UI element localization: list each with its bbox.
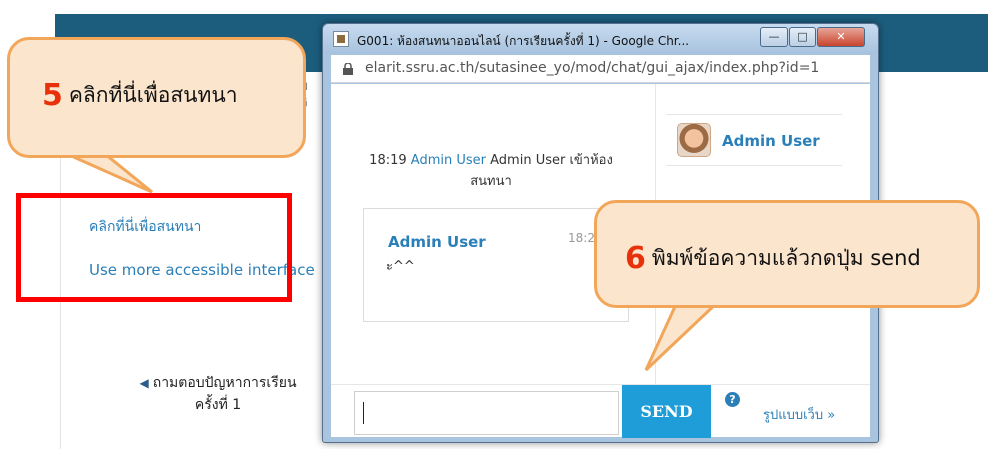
system-message: 18:19 Admin User Admin User เข้าห้องสนทน…: [361, 150, 621, 192]
url-text: elarit.ssru.ac.th/sutasinee_yo/mod/chat/…: [365, 60, 820, 76]
lock-icon: [343, 63, 353, 75]
callout-step-6: 6 พิมพ์ข้อความแล้วกดปุ่ม send: [594, 200, 980, 308]
previous-activity-line1: ถามตอบปัญหาการเรียน: [152, 375, 297, 391]
window-title: G001: ห้องสนทนาออนไลน์ (การเรียนครั้งที่…: [357, 34, 690, 48]
step-6-number: 6: [625, 241, 646, 276]
web-interface-link[interactable]: รูปแบบเว็บ »: [763, 404, 835, 425]
previous-activity-link[interactable]: ◀ ถามตอบปัญหาการเรียน ครั้งที่ 1: [118, 372, 318, 416]
help-icon[interactable]: ?: [725, 392, 740, 407]
message-input[interactable]: [354, 391, 619, 435]
avatar: [677, 123, 711, 157]
step-6-text: พิมพ์ข้อความแล้วกดปุ่ม send: [651, 246, 921, 270]
user-list-item[interactable]: Admin User: [666, 114, 842, 166]
left-triangle-icon: ◀: [139, 376, 149, 390]
close-button[interactable]: ✕: [817, 27, 865, 47]
step-5-number: 5: [42, 78, 63, 113]
message-text: ะ^^: [386, 259, 415, 274]
previous-activity-line2: ครั้งที่ 1: [194, 397, 242, 413]
message-sender[interactable]: Admin User: [388, 233, 486, 251]
callout-6-pointer: [644, 298, 724, 372]
page-favicon-icon: [333, 31, 349, 47]
window-titlebar[interactable]: G001: ห้องสนทนาออนไลน์ (การเรียนครั้งที่…: [323, 24, 878, 54]
chat-message-card: Admin User 18:20 ะ^^: [363, 208, 629, 322]
minimize-button[interactable]: —: [760, 27, 788, 47]
step-5-text: คลิกที่นี่เพื่อสนทนา: [68, 83, 238, 107]
text-caret: [363, 402, 364, 424]
send-button[interactable]: SEND: [622, 385, 711, 438]
highlight-box: [16, 193, 292, 302]
system-message-text: Admin User เข้าห้องสนทนา: [470, 153, 613, 189]
message-input-bar: SEND ? รูปแบบเว็บ »: [331, 384, 870, 438]
system-message-user[interactable]: Admin User: [411, 153, 486, 168]
address-bar[interactable]: elarit.ssru.ac.th/sutasinee_yo/mod/chat/…: [331, 55, 870, 83]
maximize-button[interactable]: □: [789, 27, 816, 47]
user-name[interactable]: Admin User: [722, 132, 820, 150]
callout-step-5: 5 คลิกที่นี่เพื่อสนทนา: [7, 37, 306, 158]
system-message-time: 18:19: [369, 153, 407, 168]
